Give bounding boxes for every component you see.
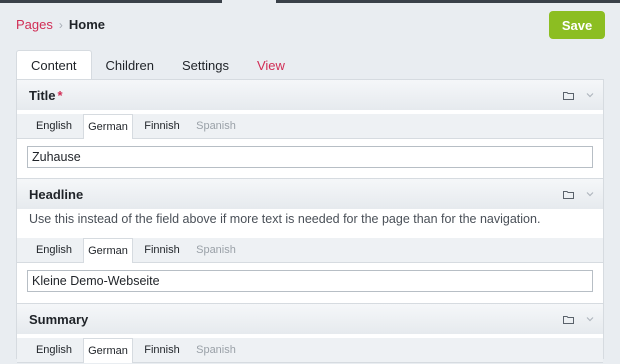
summary-lang-english[interactable]: English [27, 338, 81, 362]
summary-field: Summary English German Finnish Spanish [17, 304, 603, 364]
title-lang-finnish[interactable]: Finnish [139, 114, 185, 138]
breadcrumb: Pages › Home [16, 17, 105, 32]
chevron-down-icon[interactable] [586, 191, 594, 197]
tab-settings[interactable]: Settings [168, 50, 243, 80]
page-tabs: Content Children Settings View [16, 50, 299, 80]
tab-view[interactable]: View [243, 50, 299, 80]
title-field-header: Title * [17, 80, 603, 110]
breadcrumb-pages-link[interactable]: Pages [16, 17, 53, 32]
summary-lang-spanish[interactable]: Spanish [189, 338, 243, 362]
headline-field: Headline Use this instead of the field a… [17, 179, 603, 304]
headline-language-tabs: English German Finnish Spanish [17, 238, 603, 263]
headline-label: Headline [29, 187, 84, 202]
folder-icon[interactable] [563, 190, 574, 199]
title-lang-spanish[interactable]: Spanish [189, 114, 243, 138]
summary-label: Summary [29, 312, 89, 327]
headline-lang-german[interactable]: German [83, 238, 133, 263]
headline-field-header: Headline [17, 179, 603, 209]
breadcrumb-separator: › [58, 17, 63, 32]
title-field: Title * English German Finnish Spanish Zu… [17, 80, 603, 180]
folder-icon[interactable] [563, 91, 574, 100]
breadcrumb-current: Home [68, 17, 105, 32]
title-language-tabs: English German Finnish Spanish [17, 114, 603, 139]
folder-icon[interactable] [563, 315, 574, 324]
title-label: Title * [29, 88, 63, 103]
title-input[interactable]: Zuhause [27, 146, 593, 168]
tab-content[interactable]: Content [16, 50, 92, 80]
summary-language-tabs: English German Finnish Spanish [17, 338, 603, 363]
title-lang-english[interactable]: English [27, 114, 81, 138]
top-bar [0, 0, 620, 3]
title-lang-german[interactable]: German [83, 114, 133, 139]
chevron-down-icon[interactable] [586, 92, 594, 98]
tab-children[interactable]: Children [92, 50, 168, 80]
save-button[interactable]: Save [549, 11, 605, 39]
summary-field-header: Summary [17, 304, 603, 334]
summary-lang-german[interactable]: German [83, 338, 133, 363]
chevron-down-icon[interactable] [586, 316, 594, 322]
headline-lang-english[interactable]: English [27, 238, 81, 262]
headline-lang-finnish[interactable]: Finnish [139, 238, 185, 262]
content-panel: Title * English German Finnish Spanish Zu… [16, 79, 604, 363]
summary-lang-finnish[interactable]: Finnish [139, 338, 185, 362]
headline-lang-spanish[interactable]: Spanish [189, 238, 243, 262]
headline-input[interactable]: Kleine Demo-Webseite [27, 270, 593, 292]
required-marker: * [57, 88, 63, 103]
headline-description: Use this instead of the field above if m… [29, 212, 541, 226]
